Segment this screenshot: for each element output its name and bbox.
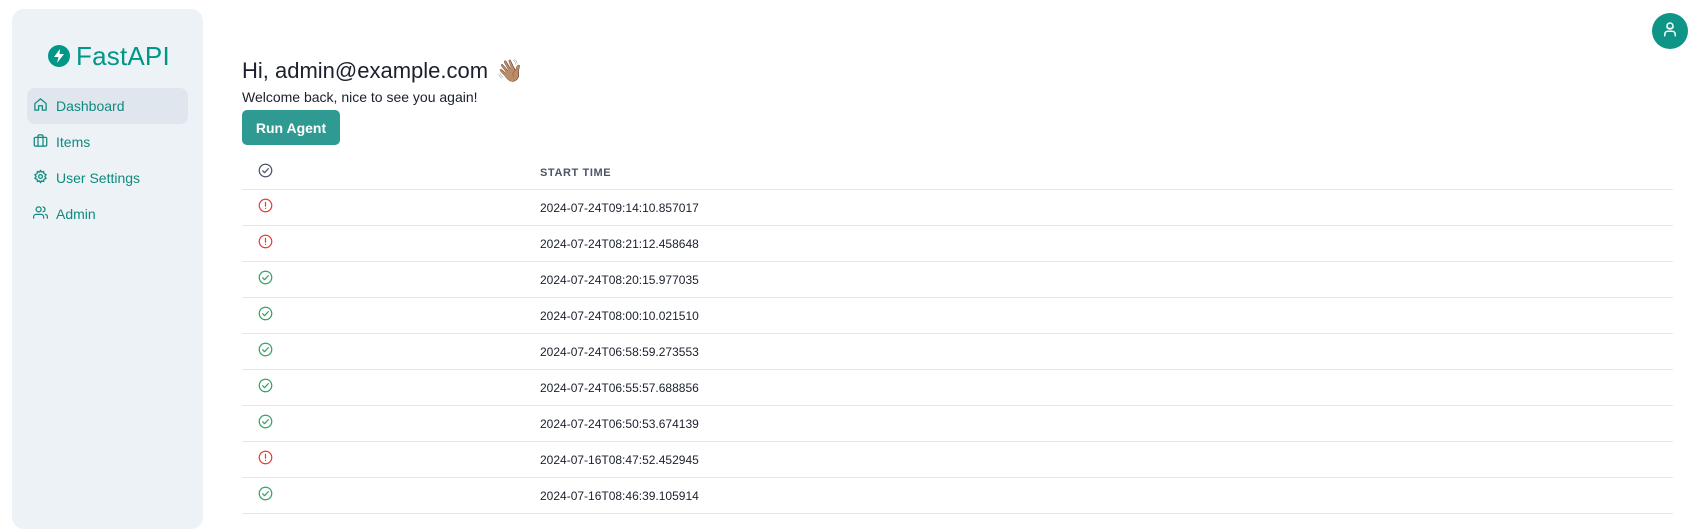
user-menu-button[interactable] — [1652, 13, 1688, 49]
start-time-cell: 2024-07-16T08:47:52.452945 — [540, 452, 699, 467]
sidebar-item-label: Items — [56, 134, 91, 150]
status-cell — [242, 486, 540, 506]
start-time-cell: 2024-07-24T06:50:53.674139 — [540, 416, 699, 431]
check-circle-icon — [258, 342, 273, 362]
alert-circle-icon — [258, 234, 273, 254]
sidebar: FastAPI Dashboard Items User Settings Ad… — [12, 9, 203, 529]
status-cell — [242, 306, 540, 326]
sidebar-nav: Dashboard Items User Settings Admin — [27, 88, 188, 232]
sidebar-item-dashboard[interactable]: Dashboard — [27, 88, 188, 124]
table-row: 2024-07-16T08:46:39.105914 — [242, 478, 1673, 514]
check-circle-icon — [258, 486, 273, 506]
alert-circle-icon — [258, 450, 273, 470]
user-avatar-icon — [1661, 20, 1679, 43]
table-row: 2024-07-24T06:55:57.688856 — [242, 370, 1673, 406]
sidebar-item-admin[interactable]: Admin — [27, 196, 188, 232]
status-cell — [242, 342, 540, 362]
sidebar-item-label: Dashboard — [56, 98, 125, 114]
start-time-cell: 2024-07-24T08:20:15.977035 — [540, 272, 699, 287]
table-row: 2024-07-24T09:14:10.857017 — [242, 190, 1673, 226]
start-time-cell: 2024-07-24T09:14:10.857017 — [540, 200, 699, 215]
dashboard-main: Hi, admin@example.com 👋🏽 Welcome back, n… — [242, 58, 524, 105]
check-circle-icon — [258, 270, 273, 290]
gear-icon — [33, 169, 48, 187]
table-row: 2024-07-24T08:21:12.458648 — [242, 226, 1673, 262]
status-cell — [242, 234, 540, 254]
greeting-text: Hi, admin@example.com — [242, 58, 489, 83]
status-cell — [242, 378, 540, 398]
check-circle-icon — [258, 306, 273, 326]
table-row: 2024-07-16T08:47:52.452945 — [242, 442, 1673, 478]
brand-name: FastAPI — [76, 40, 170, 71]
waving-hand-emoji: 👋🏽 — [496, 58, 524, 83]
sidebar-item-label: Admin — [56, 206, 96, 222]
agent-runs-table: START TIME 2024-07-24T09:14:10.857017 202… — [242, 157, 1673, 514]
start-time-cell: 2024-07-24T08:00:10.021510 — [540, 308, 699, 323]
users-icon — [33, 205, 49, 223]
table-row: 2024-07-24T08:00:10.021510 — [242, 298, 1673, 334]
status-cell — [242, 270, 540, 290]
check-circle-icon — [258, 163, 273, 183]
status-cell — [242, 414, 540, 434]
run-agent-button[interactable]: Run Agent — [242, 110, 340, 145]
table-body: 2024-07-24T09:14:10.857017 2024-07-24T08:… — [242, 190, 1673, 514]
table-row: 2024-07-24T06:50:53.674139 — [242, 406, 1673, 442]
table-row: 2024-07-24T08:20:15.977035 — [242, 262, 1673, 298]
sidebar-item-items[interactable]: Items — [27, 124, 188, 160]
check-circle-icon — [258, 414, 273, 434]
alert-circle-icon — [258, 198, 273, 218]
start-time-cell: 2024-07-24T08:21:12.458648 — [540, 236, 699, 251]
home-icon — [33, 97, 48, 115]
table-row: 2024-07-24T06:58:59.273553 — [242, 334, 1673, 370]
briefcase-icon — [33, 133, 48, 151]
status-cell — [242, 450, 540, 470]
sidebar-item-label: User Settings — [56, 170, 141, 186]
start-time-cell: 2024-07-16T08:46:39.105914 — [540, 488, 699, 503]
status-column-header — [242, 163, 540, 183]
welcome-text: Welcome back, nice to see you again! — [242, 89, 478, 105]
start-time-cell: 2024-07-24T06:55:57.688856 — [540, 380, 699, 395]
start-time-cell: 2024-07-24T06:58:59.273553 — [540, 344, 699, 359]
check-circle-icon — [258, 378, 273, 398]
start-time-column-header: START TIME — [540, 167, 612, 179]
status-cell — [242, 198, 540, 218]
greeting-heading: Hi, admin@example.com 👋🏽 — [242, 58, 524, 84]
fastapi-logo-icon — [48, 45, 70, 67]
table-header: START TIME — [242, 157, 1673, 190]
sidebar-item-user-settings[interactable]: User Settings — [27, 160, 188, 196]
brand-logo[interactable]: FastAPI — [48, 39, 170, 73]
